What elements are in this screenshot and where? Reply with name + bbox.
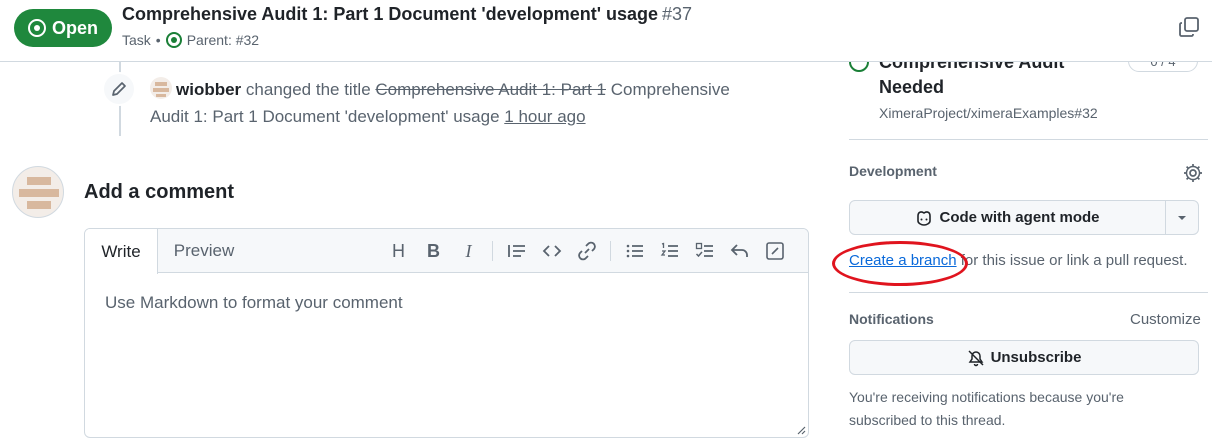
- old-title: Comprehensive Audit 1: Part 1: [375, 80, 606, 99]
- issue-state-badge: Open: [14, 9, 112, 47]
- task-list-button[interactable]: [687, 238, 722, 264]
- reply-icon: [730, 244, 748, 257]
- sidebar-divider: [849, 139, 1208, 140]
- code-button[interactable]: [534, 238, 569, 264]
- notifications-heading: Notifications: [849, 311, 934, 327]
- parent-issue-icon: [165, 32, 182, 48]
- fullscreen-button[interactable]: [757, 238, 792, 264]
- gear-icon[interactable]: [1182, 162, 1204, 184]
- development-heading: Development: [849, 163, 937, 179]
- customize-notifications-link[interactable]: Customize: [1130, 311, 1201, 328]
- current-user-avatar: [12, 166, 64, 218]
- user-avatar[interactable]: [150, 77, 172, 99]
- bold-button[interactable]: B: [416, 238, 451, 264]
- comment-textarea[interactable]: Use Markdown to format your comment: [105, 293, 403, 313]
- issue-meta: Task • Parent: #32: [122, 32, 259, 48]
- create-branch-description: for this issue or link a pull request.: [956, 252, 1188, 269]
- code-with-agent-label: Code with agent mode: [939, 209, 1100, 226]
- composer-header: Write Preview H B I: [85, 229, 808, 274]
- tab-write[interactable]: Write: [85, 229, 158, 274]
- timeline-edit-badge: [102, 72, 136, 106]
- quote-button[interactable]: [499, 238, 534, 264]
- add-comment-heading: Add a comment: [84, 181, 235, 203]
- unsubscribe-button[interactable]: Unsubscribe: [849, 340, 1199, 375]
- code-with-agent-button[interactable]: Code with agent mode: [850, 201, 1166, 234]
- task-list-icon: [695, 242, 713, 258]
- sticky-issue-header: Open Comprehensive Audit 1: Part 1 Docum…: [0, 0, 1212, 62]
- link-button[interactable]: [569, 238, 604, 264]
- issue-open-icon: [27, 19, 46, 37]
- username-link[interactable]: wiobber: [176, 80, 241, 99]
- resize-handle-icon[interactable]: [796, 425, 806, 435]
- italic-button[interactable]: I: [451, 238, 486, 264]
- copilot-icon: [917, 210, 932, 226]
- sidebar-divider: [849, 292, 1208, 293]
- expand-icon: [765, 242, 784, 260]
- issue-number: #37: [662, 4, 693, 24]
- toolbar-divider: [492, 241, 493, 261]
- create-branch-line: Create a branch for this issue or link a…: [849, 252, 1188, 269]
- issue-state-label: Open: [51, 17, 98, 38]
- parent-issue-repo[interactable]: XimeraProject/ximeraExamples#32: [879, 105, 1098, 121]
- tab-preview[interactable]: Preview: [158, 229, 250, 273]
- ordered-list-icon: [660, 242, 678, 257]
- unordered-list-button[interactable]: [617, 238, 652, 264]
- ordered-list-button[interactable]: [652, 238, 687, 264]
- notification-reason: You're receiving notifications because y…: [849, 389, 1124, 428]
- quote-icon: [507, 245, 525, 257]
- reply-button[interactable]: [722, 238, 757, 264]
- markdown-toolbar: H B I: [381, 238, 792, 264]
- event-action: changed the title: [245, 80, 371, 99]
- link-icon: [577, 241, 596, 261]
- comment-composer: Write Preview H B I Use Markdown to form…: [84, 228, 809, 438]
- pencil-icon: [112, 82, 126, 96]
- issue-type: Task: [122, 32, 151, 48]
- code-with-agent-button-group: Code with agent mode: [849, 200, 1199, 235]
- event-timestamp[interactable]: 1 hour ago: [504, 107, 585, 126]
- timeline-rename-event: wiobber changed the title Comprehensive …: [150, 76, 750, 130]
- unsubscribe-label: Unsubscribe: [990, 349, 1082, 366]
- issue-title: Comprehensive Audit 1: Part 1 Document '…: [122, 4, 692, 25]
- chevron-down-icon: [1178, 215, 1186, 220]
- unordered-list-icon: [626, 244, 643, 258]
- meta-separator: •: [155, 32, 161, 48]
- toolbar-divider: [610, 241, 611, 261]
- heading-button[interactable]: H: [381, 238, 416, 264]
- agent-options-dropdown[interactable]: [1166, 201, 1198, 234]
- issue-title-text: Comprehensive Audit 1: Part 1 Document '…: [122, 4, 659, 24]
- code-icon: [542, 245, 561, 257]
- create-branch-link[interactable]: Create a branch: [849, 252, 957, 269]
- bell-slash-icon: [968, 349, 984, 366]
- parent-issue-link[interactable]: Parent: #32: [187, 32, 259, 48]
- copy-icon[interactable]: [1178, 16, 1200, 38]
